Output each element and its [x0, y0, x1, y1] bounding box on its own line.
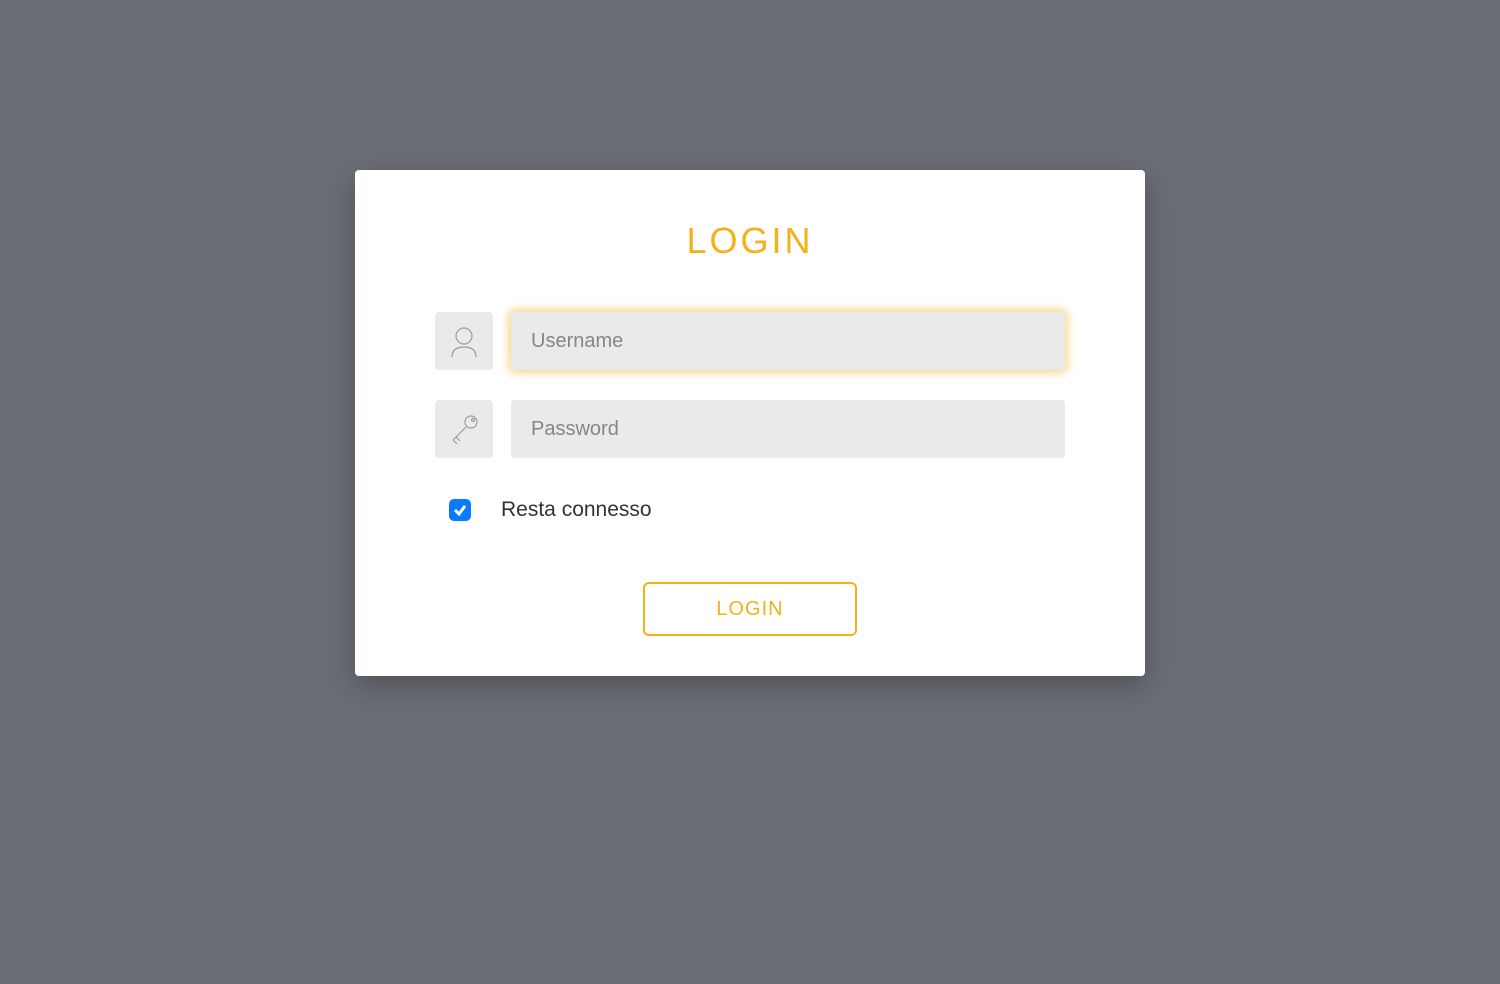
user-icon [435, 312, 493, 370]
login-card: LOGIN Resta connesso [355, 170, 1145, 676]
login-button[interactable]: LOGIN [643, 582, 857, 636]
key-icon [435, 400, 493, 458]
remember-checkbox[interactable] [449, 499, 471, 521]
password-input[interactable] [511, 400, 1065, 458]
username-input[interactable] [511, 312, 1065, 370]
username-row [435, 312, 1065, 370]
remember-label: Resta connesso [501, 498, 652, 522]
login-title: LOGIN [435, 220, 1065, 262]
password-row [435, 400, 1065, 458]
remember-row: Resta connesso [449, 498, 1065, 522]
